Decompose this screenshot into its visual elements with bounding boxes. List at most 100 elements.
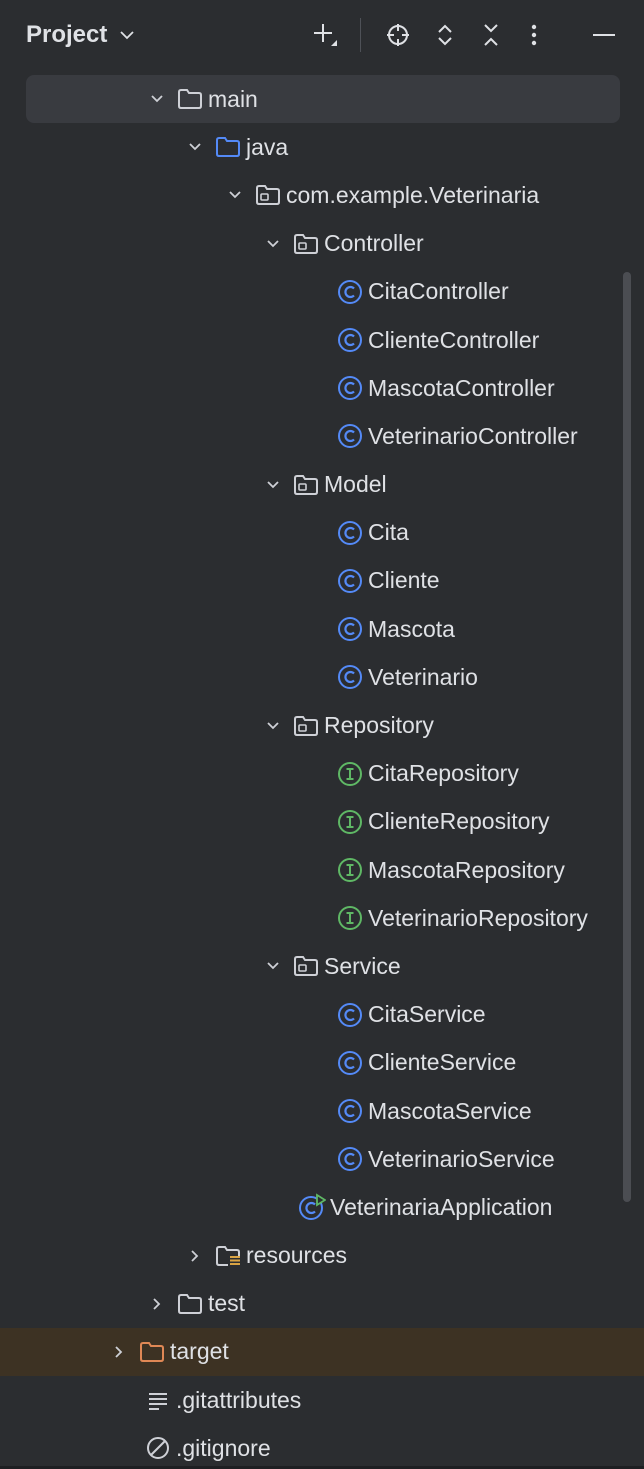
class-icon: [336, 567, 364, 595]
chevron-down-icon[interactable]: [182, 134, 208, 160]
tree-node-label: resources: [246, 1242, 347, 1269]
tree-node-label: test: [208, 1290, 246, 1317]
tree-node-test[interactable]: test: [0, 1280, 644, 1328]
interface-icon: [336, 856, 364, 884]
tree-node-gitignore[interactable]: .gitignore: [0, 1424, 644, 1469]
tree-node-interface[interactable]: MascotaRepository: [0, 846, 644, 894]
tree-node-label: Cita: [368, 519, 409, 546]
tree-node-label: MascotaService: [368, 1097, 532, 1124]
tree-node-class[interactable]: ClienteController: [0, 316, 644, 364]
chevron-down-icon[interactable]: [260, 713, 286, 739]
project-tree: main java com.example.Veterinaria Contro…: [0, 75, 644, 1469]
tree-node-resources[interactable]: resources: [0, 1232, 644, 1280]
tree-node-label: Repository: [324, 712, 434, 739]
class-icon: [336, 1049, 364, 1077]
tree-node-class[interactable]: Cliente: [0, 557, 644, 605]
interface-icon: [336, 904, 364, 932]
tree-node-repository[interactable]: Repository: [0, 701, 644, 749]
class-icon: [336, 1145, 364, 1173]
tree-node-label: MascotaRepository: [368, 856, 565, 883]
project-view-selector[interactable]: Project: [26, 17, 135, 53]
tree-node-label: MascotaController: [368, 374, 555, 401]
tree-node-label: VeterinariaApplication: [330, 1193, 553, 1220]
tree-node-label: CitaRepository: [368, 760, 519, 787]
collapse-all-icon[interactable]: [471, 15, 511, 55]
minimize-icon[interactable]: [584, 15, 624, 55]
tree-node-class[interactable]: Veterinario: [0, 653, 644, 701]
class-icon: [336, 663, 364, 691]
chevron-right-icon[interactable]: [182, 1243, 208, 1269]
tree-node-label: CitaController: [368, 278, 509, 305]
folder-icon: [176, 1290, 204, 1318]
toolbar-separator: [360, 18, 361, 52]
class-icon: [336, 374, 364, 402]
tree-node-label: CitaService: [368, 1001, 486, 1028]
tree-node-class[interactable]: MascotaController: [0, 364, 644, 412]
tree-node-java[interactable]: java: [0, 123, 644, 171]
tree-node-class[interactable]: VeterinarioController: [0, 412, 644, 460]
tree-node-gitattributes[interactable]: .gitattributes: [0, 1376, 644, 1424]
chevron-right-icon[interactable]: [144, 1291, 170, 1317]
class-icon: [336, 1001, 364, 1029]
tree-node-label: ClienteService: [368, 1049, 517, 1076]
ignore-file-icon: [144, 1434, 172, 1462]
tree-node-service[interactable]: Service: [0, 942, 644, 990]
chevron-down-icon[interactable]: [144, 86, 170, 112]
chevron-down-icon[interactable]: [260, 472, 286, 498]
tree-node-controller[interactable]: Controller: [0, 220, 644, 268]
tree-node-application-class[interactable]: VeterinariaApplication: [0, 1183, 644, 1231]
tree-node-main[interactable]: main: [0, 75, 644, 124]
tree-node-label: java: [246, 133, 289, 160]
tree-node-class[interactable]: Mascota: [0, 605, 644, 653]
tree-node-label: target: [170, 1338, 229, 1365]
tree-node-label: ClienteController: [368, 326, 540, 353]
tree-node-label: Model: [324, 471, 387, 498]
tree-node-class[interactable]: CitaController: [0, 268, 644, 316]
source-folder-icon: [214, 133, 242, 161]
class-icon: [336, 278, 364, 306]
tree-node-label: Service: [324, 952, 401, 979]
spring-boot-class-icon: [298, 1193, 326, 1221]
class-icon: [336, 422, 364, 450]
vertical-scrollbar[interactable]: [623, 272, 631, 1202]
tree-node-label: VeterinarioController: [368, 422, 578, 449]
tree-node-interface[interactable]: CitaRepository: [0, 750, 644, 798]
package-icon: [292, 230, 320, 258]
tree-node-label: ClienteRepository: [368, 808, 550, 835]
resources-folder-icon: [214, 1242, 242, 1270]
tree-node-label: .gitattributes: [176, 1386, 302, 1413]
tree-node-target[interactable]: target: [0, 1327, 644, 1377]
text-file-icon: [144, 1386, 172, 1414]
tree-node-label: Mascota: [368, 615, 455, 642]
tree-node-class[interactable]: CitaService: [0, 991, 644, 1039]
tree-node-interface[interactable]: VeterinarioRepository: [0, 894, 644, 942]
expand-all-icon[interactable]: [425, 15, 465, 55]
more-icon[interactable]: [514, 15, 554, 55]
chevron-right-icon[interactable]: [106, 1339, 132, 1365]
package-icon: [292, 471, 320, 499]
locate-icon[interactable]: [378, 15, 418, 55]
package-icon: [292, 712, 320, 740]
tree-node-class[interactable]: VeterinarioService: [0, 1135, 644, 1183]
tree-node-model[interactable]: Model: [0, 461, 644, 509]
chevron-down-icon[interactable]: [260, 231, 286, 257]
tree-node-class[interactable]: Cita: [0, 509, 644, 557]
chevron-down-icon[interactable]: [260, 953, 286, 979]
folder-icon: [176, 85, 204, 113]
tree-node-package[interactable]: com.example.Veterinaria: [0, 171, 644, 219]
class-icon: [336, 1097, 364, 1125]
tree-node-interface[interactable]: ClienteRepository: [0, 798, 644, 846]
tree-node-class[interactable]: ClienteService: [0, 1039, 644, 1087]
tree-node-class[interactable]: MascotaService: [0, 1087, 644, 1135]
tree-node-label: .gitignore: [176, 1434, 271, 1461]
class-icon: [336, 519, 364, 547]
plus-icon[interactable]: [305, 15, 345, 55]
chevron-down-icon: [119, 27, 135, 43]
interface-icon: [336, 808, 364, 836]
package-icon: [254, 181, 282, 209]
tree-node-label: com.example.Veterinaria: [286, 181, 540, 208]
interface-icon: [336, 760, 364, 788]
tree-node-label: Cliente: [368, 567, 440, 594]
chevron-down-icon[interactable]: [222, 182, 248, 208]
tree-node-label: Controller: [324, 230, 424, 257]
